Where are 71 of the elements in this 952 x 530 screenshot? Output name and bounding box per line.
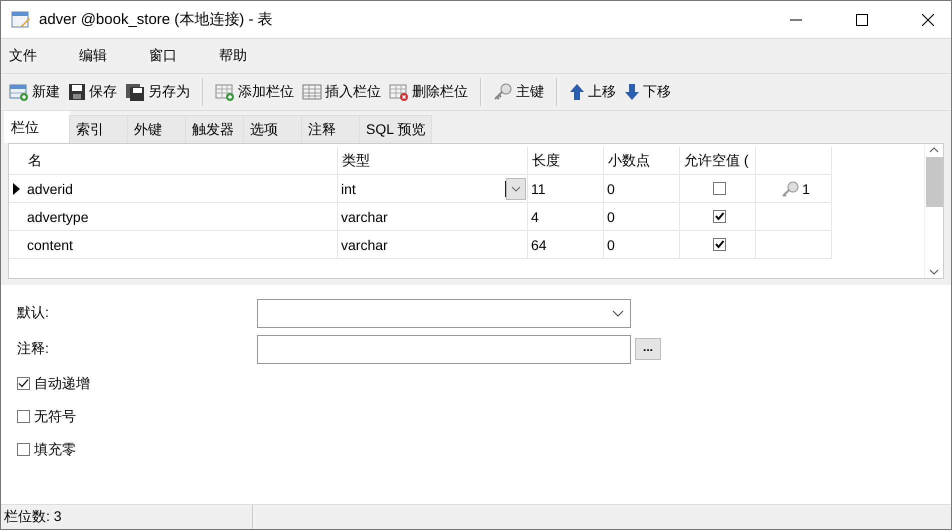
default-dropdown[interactable]: [257, 298, 631, 328]
column-header[interactable]: 类型: [338, 147, 528, 175]
checkbox[interactable]: [712, 182, 726, 195]
column-header[interactable]: 长度: [528, 147, 604, 175]
table-cell: 64: [528, 231, 604, 259]
table-add-icon: [9, 83, 29, 101]
table-cell: 0: [604, 175, 680, 203]
checkbox-label: 无符号: [34, 408, 76, 426]
comment-field[interactable]: [257, 334, 631, 364]
more-button[interactable]: ...: [635, 338, 661, 360]
toolbar-button[interactable]: 主键: [491, 80, 546, 104]
toolbar-button[interactable]: 添加栏位: [213, 80, 296, 104]
floppy-disk-icon: [125, 83, 145, 101]
arrow-up-icon: [569, 83, 585, 101]
table-cell: content: [24, 231, 338, 259]
checkbox[interactable]: [712, 238, 726, 251]
toolbar-button[interactable]: 下移: [622, 80, 673, 104]
menu-item[interactable]: 帮助: [211, 47, 281, 65]
table-cell: advertype: [24, 203, 338, 231]
menu-item[interactable]: 文件: [1, 47, 71, 65]
scroll-up-icon[interactable]: [929, 147, 939, 153]
scroll-down-icon[interactable]: [929, 269, 939, 275]
arrow-down-icon: [624, 83, 640, 101]
table-cell: varchar: [338, 203, 528, 231]
checkbox[interactable]: [17, 377, 30, 390]
caret-icon: [511, 186, 521, 192]
field-label: 注释:: [17, 340, 50, 358]
maximize-icon[interactable]: [856, 14, 868, 26]
table-cell: 0: [604, 231, 680, 259]
key-order: 1: [802, 180, 810, 196]
menu-item[interactable]: 编辑: [71, 47, 141, 65]
column-header[interactable]: 允许空值 (: [680, 147, 756, 175]
scrollbar[interactable]: [924, 144, 943, 278]
table-cell: 4: [528, 203, 604, 231]
tab[interactable]: 栏位: [4, 111, 70, 143]
table-edit-icon: [11, 10, 31, 28]
tab[interactable]: 外键: [127, 115, 186, 143]
toolbar-button[interactable]: 上移: [567, 80, 618, 104]
checkbox[interactable]: [17, 410, 30, 423]
table-add-icon: [215, 83, 235, 101]
window-title: adver @book_store (本地连接) - 表: [39, 10, 274, 29]
checkbox-label: 填充零: [34, 440, 76, 458]
tab[interactable]: 注释: [301, 115, 360, 143]
caret-icon: [612, 310, 624, 316]
toolbar-button[interactable]: 新建: [7, 80, 62, 104]
table-cell: 11: [528, 175, 604, 203]
field-label: 默认:: [17, 304, 50, 322]
tab[interactable]: 索引: [69, 115, 128, 143]
table-cell: adverid: [24, 175, 338, 203]
toolbar-button[interactable]: 保存: [66, 80, 119, 104]
key-icon: [493, 83, 513, 101]
checkbox-label: 自动递增: [34, 374, 90, 392]
table-delete-icon: [389, 83, 409, 101]
table-cell: 0: [604, 203, 680, 231]
dropdown-button[interactable]: [506, 178, 526, 200]
status-text: 栏位数: 3: [1, 505, 253, 529]
tab[interactable]: SQL 预览: [359, 115, 432, 143]
menu-item[interactable]: 窗口: [141, 47, 211, 65]
toolbar-button[interactable]: 删除栏位: [387, 80, 470, 104]
column-header[interactable]: 小数点: [604, 147, 680, 175]
checkbox[interactable]: [17, 443, 30, 456]
close-icon[interactable]: [922, 14, 934, 26]
tab[interactable]: 触发器: [185, 115, 244, 143]
toolbar-button[interactable]: 插入栏位: [300, 80, 383, 104]
checkbox[interactable]: [712, 210, 726, 223]
column-header[interactable]: 名: [24, 147, 338, 175]
key-icon: [780, 180, 800, 196]
table-cell: varchar: [338, 231, 528, 259]
tab[interactable]: 选项: [243, 115, 302, 143]
table-icon: [302, 83, 322, 101]
toolbar-button[interactable]: 另存为: [123, 80, 192, 104]
